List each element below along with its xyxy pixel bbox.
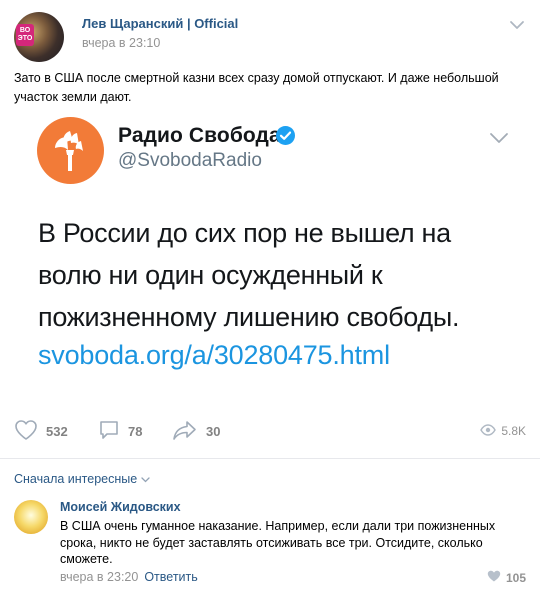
post-author-link[interactable]: Лев Щаранский | Official — [82, 16, 238, 31]
tweet-menu-chevron-down-icon — [488, 131, 510, 145]
comment-sort-dropdown[interactable]: Сначала интересные — [14, 472, 150, 486]
comment-like-count: 105 — [505, 570, 526, 585]
post-menu-chevron-down-icon[interactable] — [508, 18, 526, 32]
sort-label: Сначала интересные — [14, 472, 138, 486]
views-count: 5.8K — [501, 424, 526, 438]
share-icon — [172, 419, 206, 444]
share-count: 30 — [206, 423, 221, 439]
author-avatar[interactable]: ВО ЭТО — [14, 12, 64, 62]
comment-count: 78 — [128, 423, 143, 439]
chevron-down-icon — [137, 472, 150, 486]
post-actions: 532 78 30 5.8K — [14, 418, 526, 448]
tweet-author-name: Радио Свобода — [118, 124, 281, 147]
comment-like-button[interactable]: 105 — [487, 570, 526, 585]
post-time[interactable]: вчера в 23:10 — [82, 36, 160, 50]
post-text: Зато в США после смертной казни всех сра… — [14, 71, 499, 104]
views-counter: 5.8K — [480, 418, 526, 444]
tweet-body: В России до сих пор не вышел на волю ни … — [38, 218, 460, 332]
avatar-badge: ВО ЭТО — [16, 24, 34, 46]
commenter-avatar[interactable] — [14, 500, 48, 534]
comment-time[interactable]: вчера в 23:20 — [60, 570, 138, 584]
like-count: 532 — [46, 423, 68, 439]
like-button[interactable]: 532 — [14, 418, 68, 444]
verified-icon — [276, 126, 295, 145]
comment-meta: вчера в 23:20 Ответить — [60, 570, 198, 584]
tweet-handle: @SvobodaRadio — [118, 150, 262, 171]
comment-item: Моисей Жидовских В США очень гуманное на… — [14, 496, 526, 592]
comment-button[interactable]: 78 — [98, 418, 142, 444]
heart-icon — [487, 570, 506, 585]
commenter-name[interactable]: Моисей Жидовских — [60, 500, 181, 514]
heart-icon — [14, 419, 46, 444]
embedded-tweet[interactable]: Радио Свобода @SvobodaRadio В России до … — [0, 112, 540, 402]
comment-text: В США очень гуманное наказание. Например… — [60, 519, 496, 566]
post-header: ВО ЭТО Лев Щаранский | Official вчера в … — [14, 12, 526, 62]
comment-icon — [98, 419, 128, 444]
divider — [0, 458, 540, 459]
share-button[interactable]: 30 — [172, 418, 220, 444]
eye-icon — [480, 423, 501, 439]
radio-svoboda-logo — [37, 117, 104, 184]
tweet-link[interactable]: svoboda.org/a/30280475.html — [38, 340, 390, 371]
reply-button[interactable]: Ответить — [144, 570, 197, 584]
